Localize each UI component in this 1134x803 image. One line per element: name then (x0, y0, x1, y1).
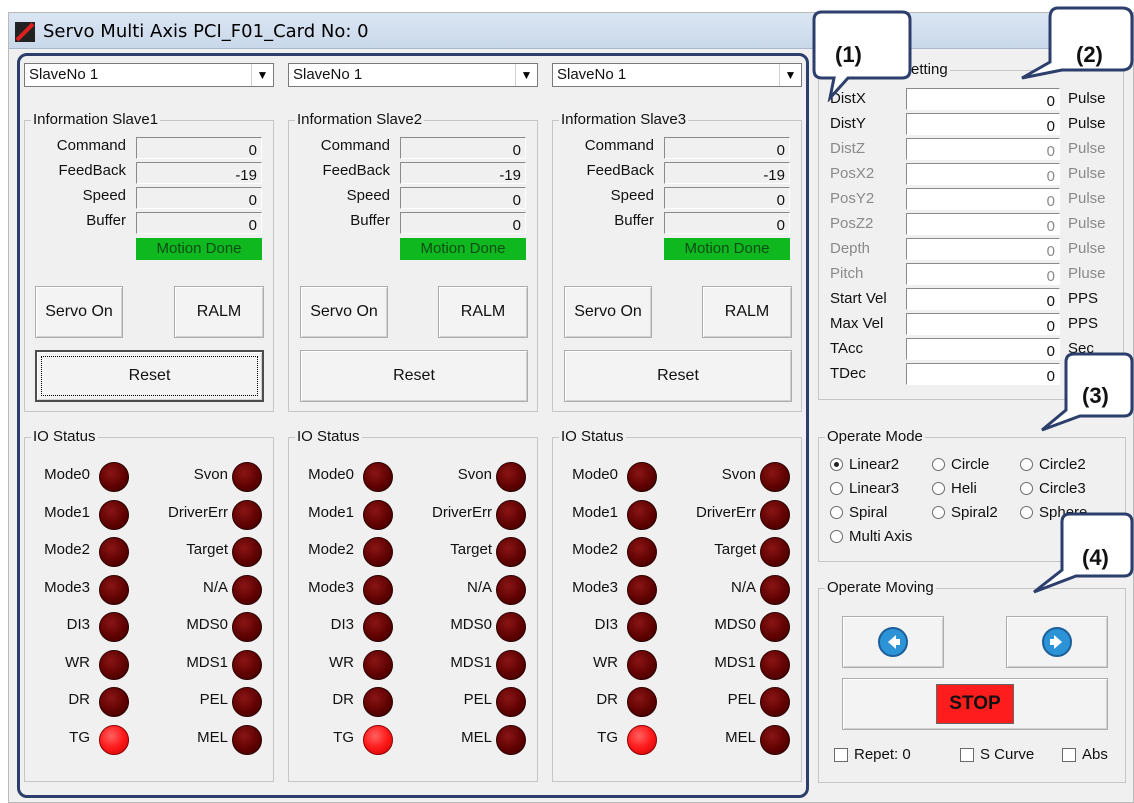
setting-input[interactable]: 0 (906, 313, 1060, 335)
radio-label: Multi Axis (849, 528, 913, 545)
radio-label: Heli (951, 480, 977, 497)
group-title: Operate Moving (825, 579, 936, 596)
radio-dot[interactable] (830, 458, 843, 471)
setting-label: DistZ (830, 140, 865, 157)
highlight-region-1 (17, 53, 809, 798)
s-curve-checkbox[interactable]: S Curve (960, 746, 1034, 763)
checkbox-box[interactable] (960, 747, 974, 762)
abs-label: Abs (1082, 746, 1108, 763)
setting-label: Pitch (830, 265, 864, 282)
radio-linear3[interactable]: Linear3 (830, 480, 899, 497)
setting-input[interactable]: 0 (906, 138, 1060, 160)
stop-label: STOP (936, 684, 1014, 724)
setting-unit: PPS (1068, 315, 1099, 332)
radio-label: Circle3 (1039, 480, 1086, 497)
setting-input[interactable]: 0 (906, 238, 1060, 260)
radio-label: Circle2 (1039, 456, 1086, 473)
window-title: Servo Multi Axis PCI_F01_Card No: 0 (43, 21, 369, 42)
app-icon (15, 22, 35, 42)
setting-unit: Pulse (1068, 240, 1106, 257)
radio-label: Spiral2 (951, 504, 998, 521)
checkbox-box[interactable] (1062, 747, 1076, 762)
radio-label: Linear3 (849, 480, 900, 497)
radio-label: Circle (951, 456, 990, 473)
radio-heli[interactable]: Heli (932, 480, 977, 497)
setting-unit: PPS (1068, 290, 1099, 307)
setting-label: PosY2 (830, 190, 875, 207)
setting-label: DistY (830, 115, 866, 132)
radio-dot[interactable] (1020, 458, 1033, 471)
setting-label: Depth (830, 240, 871, 257)
callout-2-shape (1021, 6, 1134, 80)
title-bar: Servo Multi Axis PCI_F01_Card No: 0 (9, 13, 1133, 49)
arrow-right-icon (1042, 627, 1072, 657)
radio-circle[interactable]: Circle (932, 456, 989, 473)
radio-dot[interactable] (830, 506, 843, 519)
radio-dot[interactable] (830, 530, 843, 543)
radio-circle3[interactable]: Circle3 (1020, 480, 1086, 497)
radio-dot[interactable] (1020, 482, 1033, 495)
setting-unit: Pulse (1068, 115, 1106, 132)
callout-4-label: (4) (1082, 545, 1109, 570)
setting-label: TDec (830, 365, 866, 382)
radio-multi-axis[interactable]: Multi Axis (830, 528, 912, 545)
group-title: Operate Mode (825, 428, 925, 445)
radio-circle2[interactable]: Circle2 (1020, 456, 1086, 473)
arrow-left-icon (878, 627, 908, 657)
radio-dot[interactable] (830, 482, 843, 495)
setting-label: Max Vel (830, 315, 884, 332)
s-curve-label: S Curve (980, 746, 1035, 763)
setting-unit: Pulse (1068, 140, 1106, 157)
callout-1-shape (812, 10, 912, 102)
setting-input[interactable]: 0 (906, 188, 1060, 210)
setting-unit: Pluse (1068, 265, 1106, 282)
setting-input[interactable]: 0 (906, 363, 1060, 385)
setting-input[interactable]: 0 (906, 163, 1060, 185)
radio-spiral[interactable]: Spiral (830, 504, 887, 521)
setting-unit: Pulse (1068, 165, 1106, 182)
abs-checkbox[interactable]: Abs (1062, 746, 1108, 763)
radio-dot[interactable] (932, 458, 945, 471)
repeat-checkbox[interactable]: Repet: 0 (834, 746, 911, 763)
move-left-button[interactable] (842, 616, 944, 668)
setting-input[interactable]: 0 (906, 338, 1060, 360)
setting-unit: Pulse (1068, 90, 1106, 107)
radio-linear2[interactable]: Linear2 (830, 456, 899, 473)
setting-unit: Pulse (1068, 215, 1106, 232)
setting-input[interactable]: 0 (906, 113, 1060, 135)
callout-3-label: (3) (1082, 383, 1109, 408)
setting-label: PosZ2 (830, 215, 874, 232)
setting-input[interactable]: 0 (906, 263, 1060, 285)
setting-input[interactable]: 0 (906, 288, 1060, 310)
callout-1-label: (1) (835, 42, 862, 67)
repeat-label: Repet: 0 (854, 746, 911, 763)
radio-label: Spiral (849, 504, 888, 521)
setting-label: PosX2 (830, 165, 875, 182)
radio-spiral2[interactable]: Spiral2 (932, 504, 998, 521)
stop-button[interactable]: STOP (842, 678, 1108, 730)
setting-input[interactable]: 0 (906, 88, 1060, 110)
move-right-button[interactable] (1006, 616, 1108, 668)
checkbox-box[interactable] (834, 747, 848, 762)
setting-unit: Pulse (1068, 190, 1106, 207)
radio-dot[interactable] (932, 506, 945, 519)
setting-input[interactable]: 0 (906, 213, 1060, 235)
callout-2-label: (2) (1076, 42, 1103, 67)
setting-label: TAcc (830, 340, 864, 357)
radio-label: Linear2 (849, 456, 900, 473)
setting-label: Start Vel (830, 290, 887, 307)
radio-dot[interactable] (932, 482, 945, 495)
